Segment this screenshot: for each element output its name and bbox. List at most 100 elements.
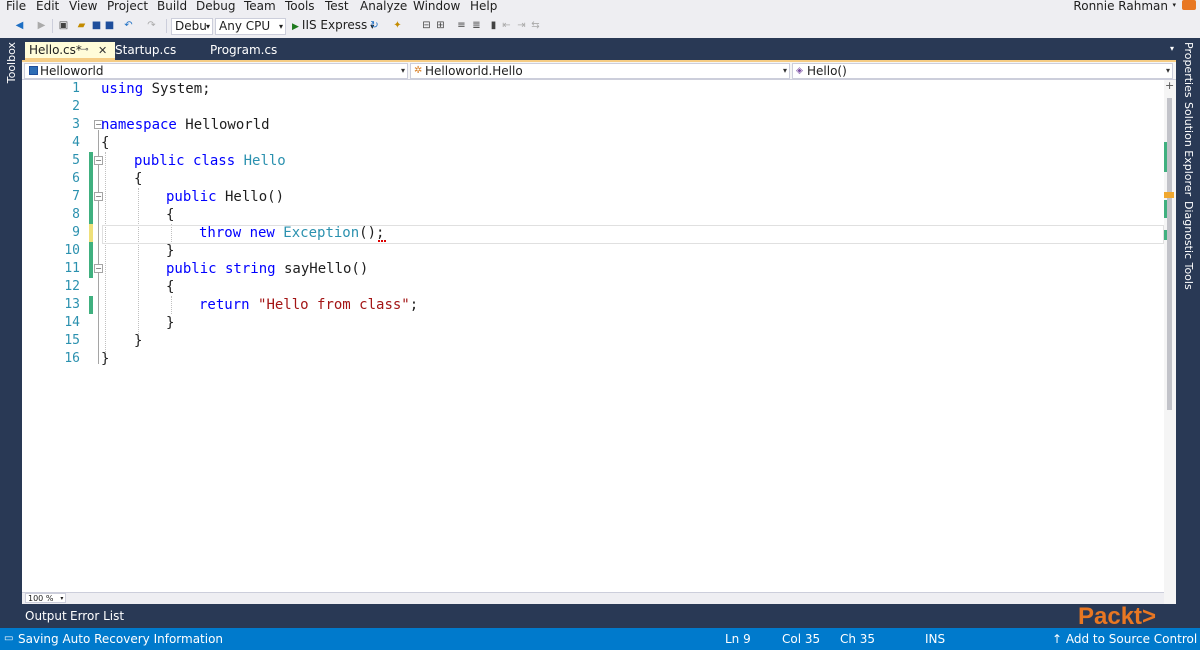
line-number: 9 [72, 225, 80, 240]
add-to-source-control-button[interactable]: ↑ Add to Source Control ▴ [1052, 632, 1200, 650]
forward-icon[interactable]: ▶ [36, 20, 47, 31]
indent-guide [171, 296, 172, 314]
menu-view[interactable]: View [69, 0, 97, 13]
redo-icon[interactable]: ↷ [146, 20, 157, 31]
code-editor[interactable]: 1 2 3 4 5 6 7 8 9 10 11 12 13 14 15 16 −… [22, 80, 1164, 592]
solution-explorer-icon[interactable]: ⊞ [435, 20, 446, 31]
undo-icon[interactable]: ↶ [123, 20, 134, 31]
menu-edit[interactable]: Edit [36, 0, 59, 13]
unsaved-change-marker [89, 224, 93, 242]
toolbar: ◀ ▶ ▣ ▰ ■ ■ ↶ ↷ Debu ▾ Any CPU ▾ ▶ IIS Ex… [0, 14, 1200, 38]
menu-file[interactable]: File [6, 0, 26, 13]
open-file-icon[interactable]: ▰ [76, 20, 87, 31]
vertical-scrollbar[interactable]: + [1164, 80, 1176, 604]
code-line-12: { [166, 279, 175, 295]
collapse-method-icon[interactable]: − [94, 192, 103, 201]
code-line-15: } [134, 333, 143, 349]
chevron-down-icon: ▾ [60, 595, 64, 602]
new-project-icon[interactable]: ▣ [58, 20, 69, 31]
saved-change-marker [89, 152, 93, 224]
next-bookmark-icon[interactable]: ⇥ [516, 20, 527, 31]
solution-config-select[interactable]: Debu ▾ [171, 18, 213, 35]
solution-explorer-tab[interactable]: Solution Explorer [1182, 102, 1195, 196]
saved-change-marker [89, 242, 93, 278]
change-overview-mark [1164, 142, 1167, 172]
status-column: Col 35 [782, 632, 821, 646]
type-dropdown[interactable]: ✲ Helloworld.Hello ▾ [410, 63, 790, 79]
split-editor-icon[interactable]: + [1165, 80, 1174, 92]
prev-bookmark-icon[interactable]: ⇤ [501, 20, 512, 31]
scrollbar-thumb[interactable] [1167, 98, 1172, 410]
caret-overview-mark [1164, 192, 1174, 198]
menu-build[interactable]: Build [157, 0, 187, 13]
code-line-8: { [166, 207, 175, 223]
code-line-16: } [101, 351, 110, 367]
editor-footer: 100 % ▾ [22, 592, 1164, 604]
notification-icon[interactable] [1182, 0, 1196, 10]
chevron-down-icon: ▾ [1165, 66, 1170, 75]
comment-icon[interactable]: ≡ [456, 20, 467, 31]
project-dropdown[interactable]: Helloworld ▾ [24, 63, 408, 79]
zoom-select[interactable]: 100 % ▾ [25, 593, 67, 603]
message-icon: ▭ [4, 633, 14, 644]
menu-project[interactable]: Project [107, 0, 148, 13]
menu-team[interactable]: Team [244, 0, 276, 13]
uncomment-icon[interactable]: ≣ [471, 20, 482, 31]
collapse-method-icon[interactable]: − [94, 264, 103, 273]
save-icon[interactable]: ■ [91, 20, 102, 31]
line-number: 8 [72, 207, 80, 222]
platform-value: Any CPU [219, 19, 271, 33]
menu-tools[interactable]: Tools [285, 0, 315, 13]
line-number: 10 [64, 243, 80, 258]
menu-analyze[interactable]: Analyze [360, 0, 407, 13]
line-number: 12 [64, 279, 80, 294]
properties-tab[interactable]: Properties [1182, 42, 1195, 98]
tab-list-chevron-icon[interactable]: ▾ [1170, 44, 1174, 53]
error-squiggle [378, 239, 386, 242]
line-number: 6 [72, 171, 80, 186]
collapse-class-icon[interactable]: − [94, 156, 103, 165]
indent-guide [105, 152, 106, 352]
toolbar-separator [166, 19, 167, 33]
clear-bookmarks-icon[interactable]: ⇆ [530, 20, 541, 31]
code-line-1: using System; [101, 81, 211, 97]
menu-debug[interactable]: Debug [196, 0, 235, 13]
tab-label: Hello.cs* [29, 43, 82, 57]
tab-hello-cs[interactable]: Hello.cs* ⊸ ✕ [25, 42, 115, 60]
browser-link-icon[interactable]: ✦ [392, 20, 403, 31]
user-name[interactable]: Ronnie Rahman [1073, 0, 1168, 13]
user-menu-chevron-icon[interactable]: ▾ [1172, 1, 1176, 9]
packt-logo: Packt> [1078, 603, 1157, 630]
bookmark-icon[interactable]: ▮ [488, 20, 499, 31]
tab-label: Program.cs [210, 43, 278, 57]
tab-program-cs[interactable]: Program.cs [206, 42, 281, 60]
close-icon[interactable]: ✕ [98, 42, 107, 59]
line-number: 14 [64, 315, 80, 330]
back-icon[interactable]: ◀ [14, 20, 25, 31]
run-target-label: IIS Express [301, 18, 368, 32]
code-line-11: public string sayHello() [166, 261, 369, 277]
diagnostic-tools-tab[interactable]: Diagnostic Tools [1182, 201, 1195, 290]
member-dropdown[interactable]: ◈ Hello() ▾ [792, 63, 1173, 79]
code-line-3: namespace Helloworld [101, 117, 270, 133]
status-insert-mode[interactable]: INS [925, 632, 945, 646]
platform-select[interactable]: Any CPU ▾ [215, 18, 286, 35]
tab-startup-cs[interactable]: Startup.cs [111, 42, 180, 60]
refresh-icon[interactable]: ↻ [369, 20, 380, 31]
code-line-4: { [101, 135, 110, 151]
menu-window[interactable]: Window [413, 0, 460, 13]
run-button[interactable]: ▶ IIS Express ▾ [292, 18, 374, 35]
menu-help[interactable]: Help [470, 0, 497, 13]
line-number: 1 [72, 81, 80, 96]
line-number: 2 [72, 99, 80, 114]
menu-test[interactable]: Test [325, 0, 349, 13]
toolbox-tab[interactable]: Toolbox [5, 42, 18, 83]
save-all-icon[interactable]: ■ [104, 20, 115, 31]
tab-error-list[interactable]: Error List [70, 609, 124, 623]
tab-output[interactable]: Output [25, 609, 67, 623]
find-in-files-icon[interactable]: ⊟ [421, 20, 432, 31]
pin-icon[interactable]: ⊸ [81, 42, 89, 59]
code-line-7: public Hello() [166, 189, 285, 205]
play-icon: ▶ [292, 22, 299, 32]
status-char: Ch 35 [840, 632, 876, 646]
